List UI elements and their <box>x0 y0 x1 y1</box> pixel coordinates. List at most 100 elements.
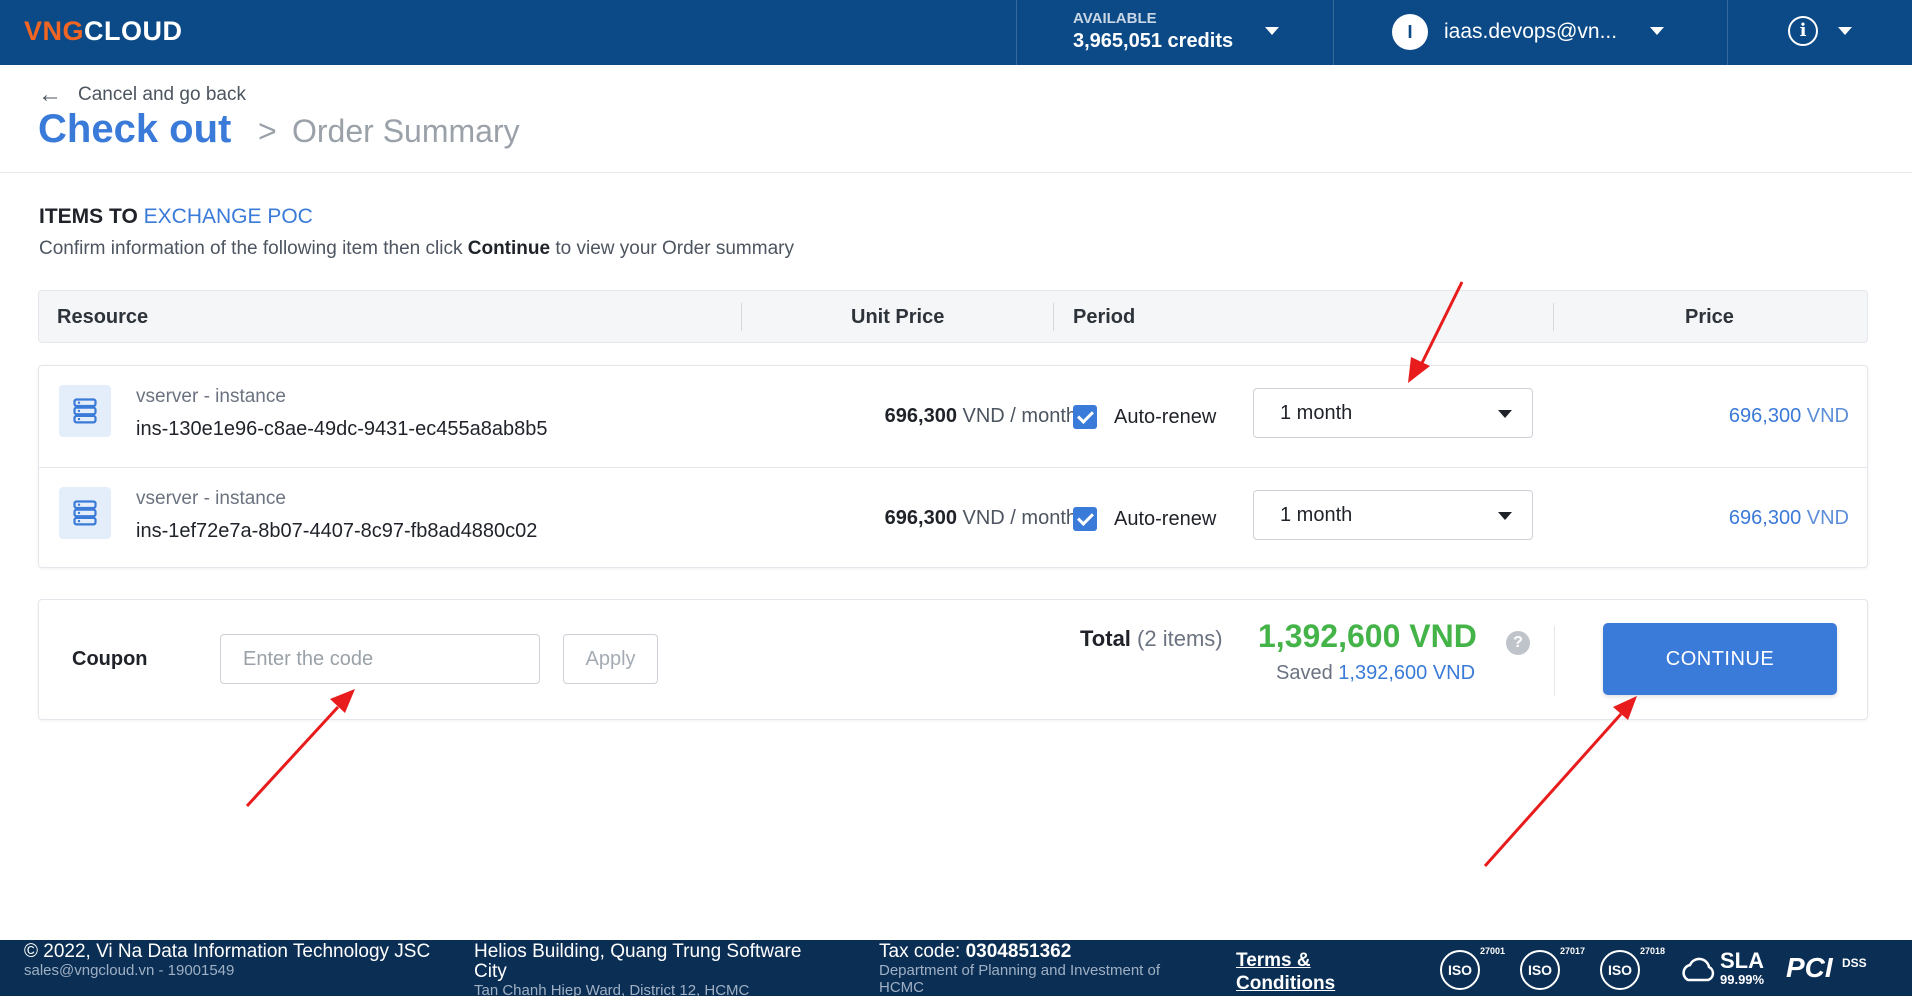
iso-icon: ISO <box>1520 950 1560 990</box>
pci-dss-badge: PCI DSS <box>1786 946 1896 990</box>
unit-price: 696,300 VND / month <box>821 405 1077 428</box>
arrow-to-coupon-input <box>245 705 340 808</box>
vng-cloud-logo[interactable]: VNGCLOUD <box>24 16 183 47</box>
desc-bold: Continue <box>467 238 551 259</box>
total-text: Total <box>1080 626 1131 651</box>
server-icon <box>59 385 111 437</box>
top-navbar: VNGCLOUD AVAILABLE 3,965,051 credits I i… <box>0 0 1912 65</box>
tax-label: Tax code: <box>879 941 961 962</box>
unit-price-suffix: VND / month <box>962 405 1077 427</box>
column-price: Price <box>1685 306 1734 328</box>
back-label: Cancel and go back <box>78 84 246 105</box>
tax-code: 0304851362 <box>965 941 1072 962</box>
server-icon <box>59 487 111 539</box>
iso-number: 27017 <box>1560 946 1586 956</box>
help-menu[interactable]: i <box>1728 0 1912 65</box>
account-email: iaas.devops@vn... <box>1444 20 1618 43</box>
table-row: vserver - instance ins-1ef72e7a-8b07-440… <box>39 467 1867 568</box>
iso-icon: ISO <box>1600 950 1640 990</box>
project-name: EXCHANGE POC <box>143 205 313 228</box>
iso-number: 27018 <box>1640 946 1666 956</box>
unit-price-suffix: VND / month <box>962 507 1077 529</box>
row-price: 696,300 VND <box>1729 507 1849 530</box>
desc-before: Confirm information of the following ite… <box>39 238 463 259</box>
footer-address-title: Helios Building, Quang Trung Software Ci… <box>474 941 802 982</box>
footer-address: Helios Building, Quang Trung Software Ci… <box>474 942 834 996</box>
price-amount: 696,300 <box>1728 405 1802 427</box>
resource-id: ins-1ef72e7a-8b07-4407-8c97-fb8ad4880c02 <box>136 520 538 542</box>
total-label: Total (2 items) <box>1080 626 1223 652</box>
column-resource: Resource <box>57 306 149 328</box>
tax-authority: Department of Planning and Investment of… <box>879 962 1161 996</box>
row-price: 696,300 VND <box>1729 405 1849 428</box>
price-currency: VND <box>1806 405 1849 427</box>
section-title-prefix: ITEMS TO <box>39 205 138 228</box>
table-row: vserver - instance ins-130e1e96-c8ae-49d… <box>39 366 1867 467</box>
iso-number: 27001 <box>1480 946 1506 956</box>
breadcrumb-order-summary: Order Summary <box>292 113 520 149</box>
table-header: Resource Unit Price Period Price <box>38 290 1868 343</box>
chevron-down-icon <box>1265 27 1279 35</box>
arrow-left-icon: ← <box>38 81 62 108</box>
logo-cloud-text: CLOUD <box>84 16 183 46</box>
apply-coupon-button[interactable]: Apply <box>563 634 658 684</box>
column-divider <box>1053 303 1054 331</box>
footer-copyright: © 2022, Vi Na Data Information Technolog… <box>24 941 431 962</box>
divider <box>1554 626 1555 696</box>
coupon-input[interactable] <box>220 634 540 684</box>
caret-down-icon <box>1498 512 1512 520</box>
coupon-label: Coupon <box>72 648 148 670</box>
sla-label: SLA <box>1720 948 1764 973</box>
price-amount: 696,300 <box>1728 507 1802 529</box>
saved-label: Saved <box>1276 662 1333 684</box>
auto-renew-checkbox[interactable] <box>1073 507 1097 531</box>
unit-price-amount: 696,300 <box>884 405 957 427</box>
total-value: 1,392,600 VND <box>1258 618 1477 654</box>
footer-contact: sales@vngcloud.vn - 19001549 <box>24 962 235 979</box>
saved-amount: Saved 1,392,600 VND <box>1276 662 1475 685</box>
caret-down-icon <box>1498 410 1512 418</box>
question-icon[interactable]: ? <box>1506 631 1530 655</box>
column-divider <box>1553 303 1554 331</box>
items-table: vserver - instance ins-130e1e96-c8ae-49d… <box>38 365 1868 568</box>
account-dropdown[interactable]: I iaas.devops@vn... <box>1334 0 1728 65</box>
saved-value: 1,392,600 VND <box>1338 662 1476 684</box>
auto-renew-label[interactable]: Auto-renew <box>1114 406 1216 429</box>
price-currency: VND <box>1806 507 1849 529</box>
footer-address-detail: Tan Chanh Hiep Ward, District 12, HCMC <box>474 982 750 996</box>
column-period: Period <box>1073 306 1136 328</box>
credits-dropdown[interactable]: AVAILABLE 3,965,051 credits <box>1016 0 1334 65</box>
info-icon: i <box>1788 16 1818 46</box>
resource-type: vserver - instance <box>136 488 286 509</box>
total-item-count: (2 items) <box>1137 626 1223 651</box>
pci-suffix: DSS <box>1842 956 1867 970</box>
credits-label: AVAILABLE <box>1073 10 1157 27</box>
sla-badge: SLA 99.99% <box>1678 946 1770 990</box>
pci-label: PCI <box>1786 952 1833 983</box>
auto-renew-checkbox[interactable] <box>1073 405 1097 429</box>
period-select[interactable]: 1 month <box>1253 388 1533 438</box>
footer-tax: Tax code: 0304851362 Department of Plann… <box>879 942 1209 996</box>
period-select[interactable]: 1 month <box>1253 490 1533 540</box>
cloud-icon <box>1682 957 1715 982</box>
auto-renew-label[interactable]: Auto-renew <box>1114 508 1216 531</box>
section-title: ITEMS TO EXCHANGE POC <box>39 205 313 229</box>
credits-value: 3,965,051 credits <box>1073 30 1234 52</box>
column-unit-price: Unit Price <box>851 306 945 328</box>
chevron-down-icon <box>1650 27 1664 35</box>
page-header: ← Cancel and go back Check out > Order Su… <box>0 65 1912 173</box>
iso-27018-badge: ISO 27018 <box>1600 946 1665 990</box>
arrow-to-continue-button <box>1483 712 1623 868</box>
iso-icon: ISO <box>1440 950 1480 990</box>
period-value: 1 month <box>1280 504 1353 526</box>
continue-button[interactable]: CONTINUE <box>1603 623 1837 695</box>
avatar: I <box>1392 14 1428 50</box>
terms-link[interactable]: Terms & Conditions <box>1236 949 1386 995</box>
section-description: Confirm information of the following ite… <box>39 238 794 260</box>
resource-id: ins-130e1e96-c8ae-49dc-9431-ec455a8ab8b5 <box>136 418 548 440</box>
cancel-go-back-link[interactable]: ← Cancel and go back <box>38 81 246 109</box>
iso-27001-badge: ISO 27001 <box>1440 946 1505 990</box>
chevron-down-icon <box>1838 27 1852 35</box>
logo-vng-text: VNG <box>24 16 85 46</box>
resource-type: vserver - instance <box>136 386 286 407</box>
